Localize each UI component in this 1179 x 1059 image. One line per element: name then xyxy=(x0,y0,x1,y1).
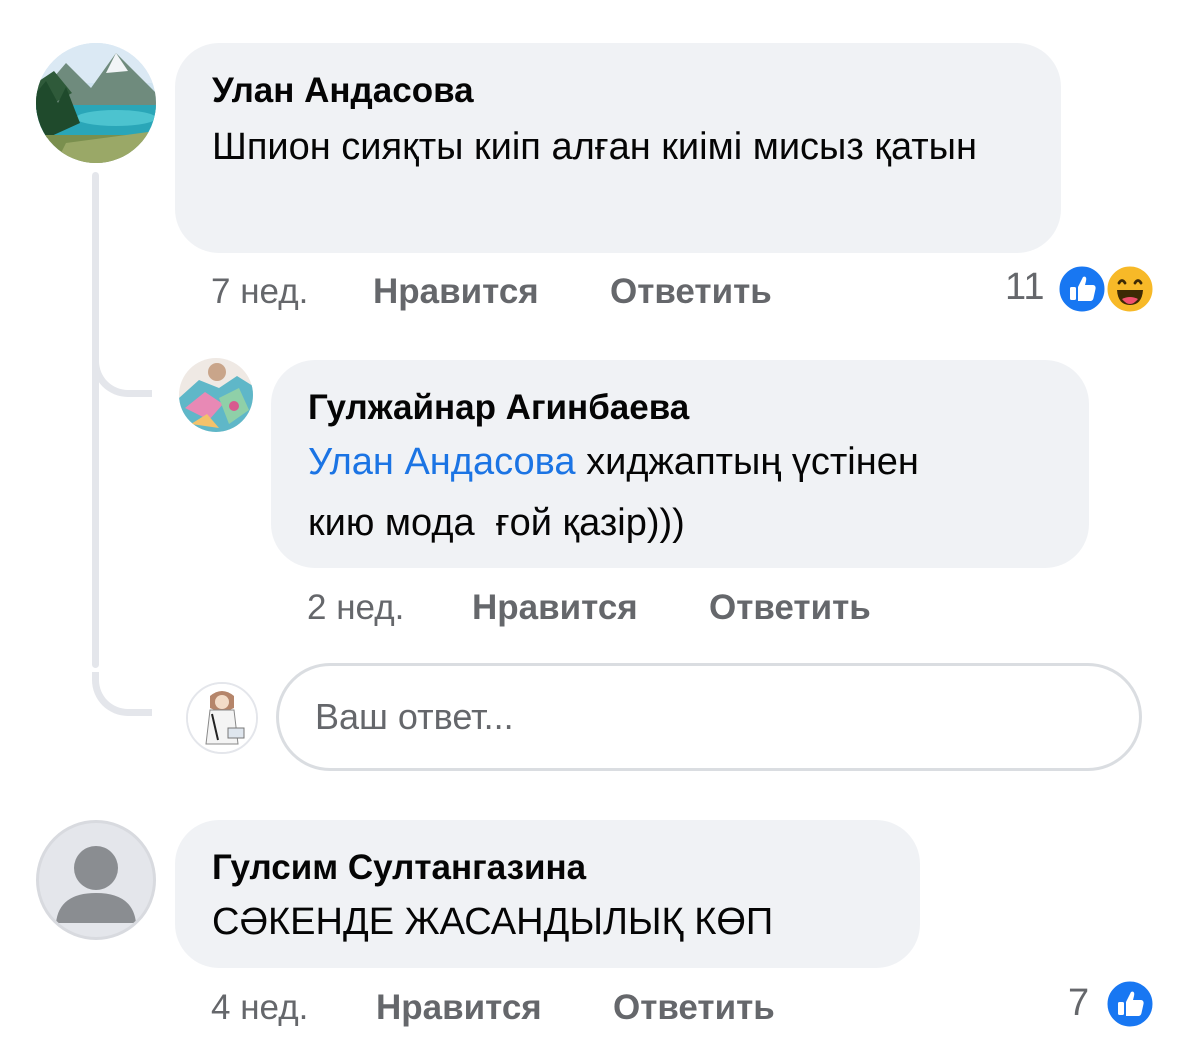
landscape-avatar-image xyxy=(36,43,156,163)
thread-line xyxy=(92,172,99,668)
thread-connector-reply-box xyxy=(92,672,152,716)
reply-bubble: Гулжайнар Агинбаева Улан Андасова хиджап… xyxy=(271,360,1089,568)
default-user-icon xyxy=(56,846,136,923)
comment-author[interactable]: Улан Андасова xyxy=(212,71,474,111)
comment-timestamp[interactable]: 4 нед. xyxy=(211,988,308,1028)
thread-connector-reply xyxy=(92,353,152,397)
mention-link[interactable]: Улан Андасова xyxy=(308,441,576,483)
reply-author[interactable]: Гулжайнар Агинбаева xyxy=(308,388,689,428)
reply-button[interactable]: Ответить xyxy=(613,988,775,1028)
reply-timestamp[interactable]: 2 нед. xyxy=(307,588,404,628)
like-button[interactable]: Нравится xyxy=(373,272,539,312)
comment-author[interactable]: Гулсим Султангазина xyxy=(212,848,586,888)
reply-button[interactable]: Ответить xyxy=(709,588,871,628)
avatar[interactable] xyxy=(36,43,156,163)
comment-timestamp[interactable]: 7 нед. xyxy=(211,272,308,312)
like-icon[interactable] xyxy=(1056,263,1108,320)
reply-text-line: кию мода ғой қазір))) xyxy=(308,502,685,544)
comment-text: Шпион сияқты киіп алған киімі мисыз қаты… xyxy=(212,126,977,168)
like-icon[interactable] xyxy=(1104,978,1156,1035)
scarf-avatar-image xyxy=(179,358,253,432)
reply-text-line: хиджаптың үстінен xyxy=(586,441,919,483)
reply-text: Улан Андасова хиджаптың үстінен кию мода… xyxy=(308,432,1078,554)
reaction-count[interactable]: 7 xyxy=(1068,982,1089,1025)
avatar[interactable] xyxy=(179,358,253,432)
illustration-avatar-image xyxy=(188,684,256,752)
comment-bubble: Улан Андасова Шпион сияқты киіп алған ки… xyxy=(175,43,1061,253)
avatar[interactable] xyxy=(36,820,156,940)
like-button[interactable]: Нравится xyxy=(376,988,542,1028)
haha-icon[interactable] xyxy=(1104,263,1156,320)
reply-input[interactable] xyxy=(315,696,1075,738)
comment-bubble: Гулсим Султангазина СӘКЕНДЕ ЖАСАНДЫЛЫҚ К… xyxy=(175,820,920,968)
reply-input-container[interactable] xyxy=(276,663,1142,771)
comment-text: СӘКЕНДЕ ЖАСАНДЫЛЫҚ КӨП xyxy=(212,901,774,943)
reaction-count[interactable]: 11 xyxy=(1005,266,1044,309)
current-user-avatar xyxy=(186,682,258,754)
like-button[interactable]: Нравится xyxy=(472,588,638,628)
reply-button[interactable]: Ответить xyxy=(610,272,772,312)
